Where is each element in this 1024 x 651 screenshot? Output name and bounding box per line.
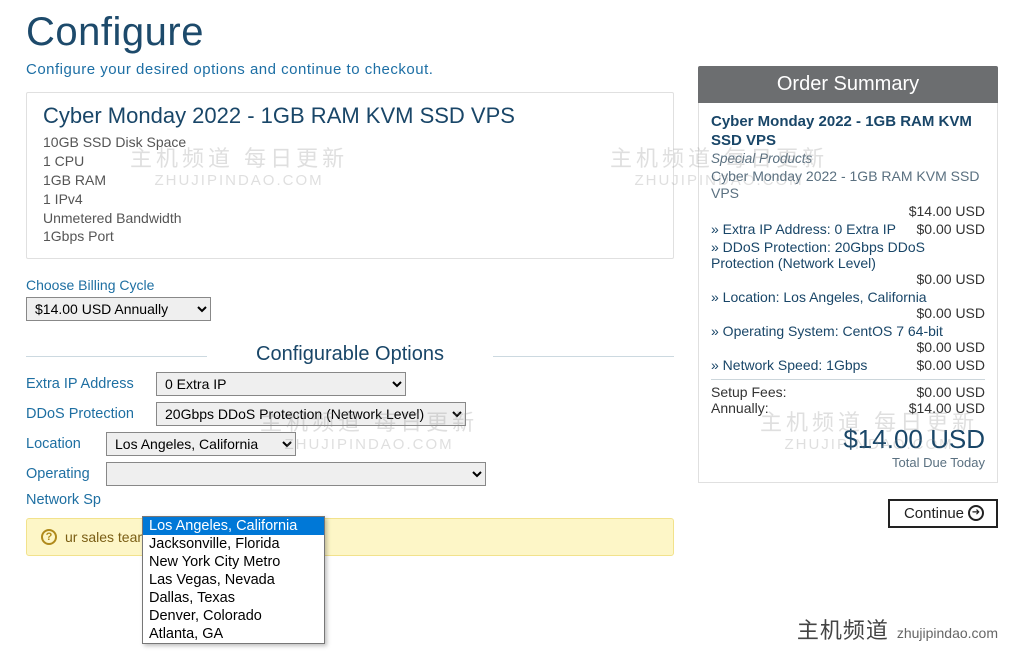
summary-desc: Cyber Monday 2022 - 1GB RAM KVM SSD VPS xyxy=(711,168,985,203)
page-subtitle: Configure your desired options and conti… xyxy=(26,61,674,78)
annually-label: Annually: xyxy=(711,400,769,416)
spec-line: 1 CPU xyxy=(43,152,657,171)
summary-base-price: $14.00 USD xyxy=(711,203,985,219)
location-dropdown-list[interactable]: Los Angeles, CaliforniaJacksonville, Flo… xyxy=(142,516,325,644)
setup-fees-label: Setup Fees: xyxy=(711,384,787,400)
summary-category: Special Products xyxy=(711,151,985,166)
location-option[interactable]: Los Angeles, California xyxy=(143,517,324,535)
summary-line-price: $0.00 USD xyxy=(917,357,985,373)
ddos-label: DDoS Protection xyxy=(26,406,156,422)
extra-ip-label: Extra IP Address xyxy=(26,376,156,392)
grand-total: $14.00 USD xyxy=(711,424,985,455)
arrow-right-circle-icon: ➜ xyxy=(968,505,984,521)
page-title: Configure xyxy=(26,10,674,55)
summary-line-label: » Operating System: CentOS 7 64-bit xyxy=(711,323,985,339)
order-summary-body: Cyber Monday 2022 - 1GB RAM KVM SSD VPS … xyxy=(698,103,998,483)
location-option[interactable]: Jacksonville, Florida xyxy=(143,535,324,553)
location-option[interactable]: New York City Metro xyxy=(143,553,324,571)
summary-line-price: $0.00 USD xyxy=(711,305,985,321)
continue-button[interactable]: Continue ➜ xyxy=(888,499,998,528)
spec-line: Unmetered Bandwidth xyxy=(43,209,657,228)
location-option[interactable]: Dallas, Texas xyxy=(143,589,324,607)
location-select[interactable]: Los Angeles, California xyxy=(106,432,296,456)
question-circle-icon: ? xyxy=(41,529,57,545)
summary-line-label: » Network Speed: 1Gbps xyxy=(711,357,911,373)
summary-product-title: Cyber Monday 2022 - 1GB RAM KVM SSD VPS xyxy=(711,113,985,151)
summary-line-price: $0.00 USD xyxy=(711,271,985,287)
summary-line-price: $0.00 USD xyxy=(711,339,985,355)
summary-line-price: $0.00 USD xyxy=(917,221,985,237)
location-option[interactable]: Las Vegas, Nevada xyxy=(143,571,324,589)
assistance-alert: ? ur sales team for assistance. Click he… xyxy=(26,518,674,556)
location-option[interactable]: Denver, Colorado xyxy=(143,607,324,625)
product-specs: 10GB SSD Disk Space 1 CPU 1GB RAM 1 IPv4… xyxy=(43,133,657,246)
ddos-select[interactable]: 20Gbps DDoS Protection (Network Level) xyxy=(156,402,466,426)
os-label: Operating xyxy=(26,466,106,482)
summary-line-label: » DDoS Protection: 20Gbps DDoS Protectio… xyxy=(711,239,985,271)
setup-fees-value: $0.00 USD xyxy=(917,384,985,400)
location-option[interactable]: Atlanta, GA xyxy=(143,625,324,643)
configurable-options-header: Configurable Options xyxy=(26,343,674,366)
spec-line: 10GB SSD Disk Space xyxy=(43,133,657,152)
total-due-today-label: Total Due Today xyxy=(711,455,985,470)
annually-value: $14.00 USD xyxy=(909,400,985,416)
spec-line: 1 IPv4 xyxy=(43,190,657,209)
summary-line-label: » Location: Los Angeles, California xyxy=(711,289,985,305)
summary-divider xyxy=(711,379,985,380)
billing-cycle-select[interactable]: $14.00 USD Annually xyxy=(26,297,211,321)
spec-line: 1Gbps Port xyxy=(43,227,657,246)
location-label: Location xyxy=(26,436,106,452)
order-summary-header: Order Summary xyxy=(698,66,998,103)
summary-line-label: » Extra IP Address: 0 Extra IP xyxy=(711,221,911,237)
os-select[interactable] xyxy=(106,462,486,486)
billing-cycle-label: Choose Billing Cycle xyxy=(26,277,674,293)
product-title: Cyber Monday 2022 - 1GB RAM KVM SSD VPS xyxy=(43,103,657,129)
extra-ip-select[interactable]: 0 Extra IP xyxy=(156,372,406,396)
footer-brand: 主机频道 zhujipindao.com xyxy=(797,613,998,645)
product-box: Cyber Monday 2022 - 1GB RAM KVM SSD VPS … xyxy=(26,92,674,259)
spec-line: 1GB RAM xyxy=(43,171,657,190)
network-speed-label: Network Sp xyxy=(26,492,106,508)
